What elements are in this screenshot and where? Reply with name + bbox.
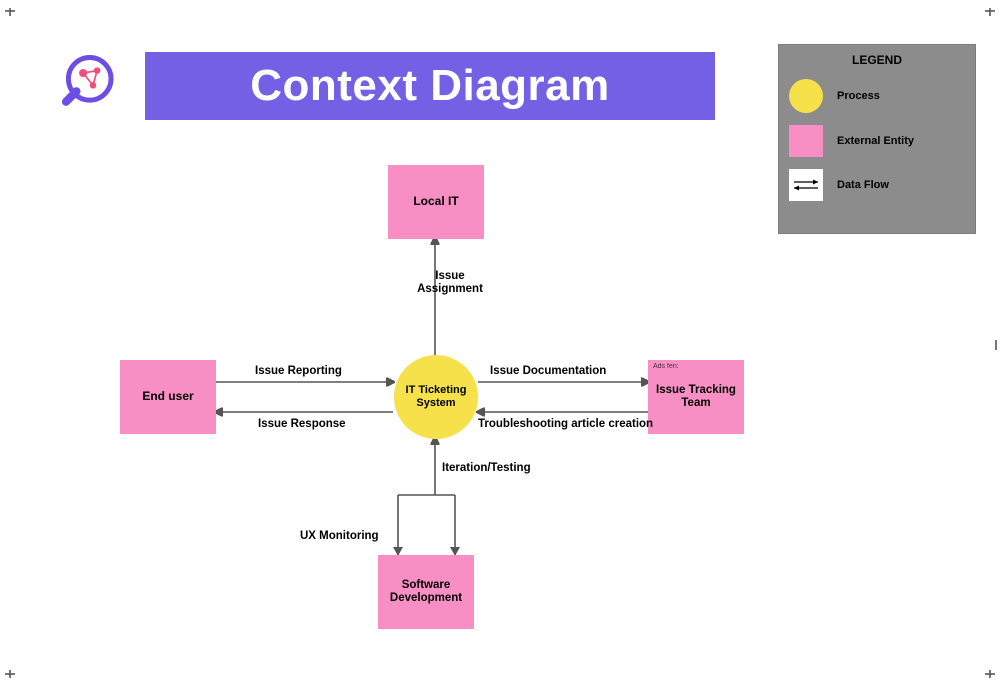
entity-local-it: Local IT [388,165,484,239]
flow-label-issue-response: Issue Response [258,418,346,430]
flow-label-issue-documentation: Issue Documentation [490,365,606,377]
legend-label-dataflow: Data Flow [837,179,889,191]
legend-title: LEGEND [789,53,965,67]
entity-label-end-user: End user [142,390,193,404]
legend-label-process: Process [837,90,880,102]
flow-label-issue-assignment: Issue Assignment [410,270,490,296]
entity-label-tracking: Issue Tracking Team [652,384,740,410]
legend-row-dataflow: Data Flow [789,169,965,201]
flow-label-issue-reporting: Issue Reporting [255,365,342,377]
page-title: Context Diagram [145,52,715,120]
flow-label-ux-monitoring: UX Monitoring [300,530,379,542]
flow-label-troubleshooting: Troubleshooting article creation [478,418,653,430]
legend-swatch-process [789,79,823,113]
flow-label-iteration-testing: Iteration/Testing [442,462,531,474]
legend-row-entity: External Entity [789,125,965,157]
legend-panel: LEGEND Process External Entity Data Flow [778,44,976,234]
entity-software-development: Software Development [378,555,474,629]
entity-issue-tracking-team: Ads fen: Issue Tracking Team [648,360,744,434]
entity-label-local-it: Local IT [413,195,458,209]
entity-end-user: End user [120,360,216,434]
entity-label-software: Software Development [382,579,470,605]
legend-label-entity: External Entity [837,135,914,147]
process-label: IT Ticketing System [394,384,478,409]
process-it-ticketing: IT Ticketing System [394,355,478,439]
entity-ad-text: Ads fen: [653,363,679,371]
legend-swatch-dataflow [789,169,823,201]
legend-row-process: Process [789,79,965,113]
magnifier-icon [52,46,134,128]
legend-swatch-entity [789,125,823,157]
